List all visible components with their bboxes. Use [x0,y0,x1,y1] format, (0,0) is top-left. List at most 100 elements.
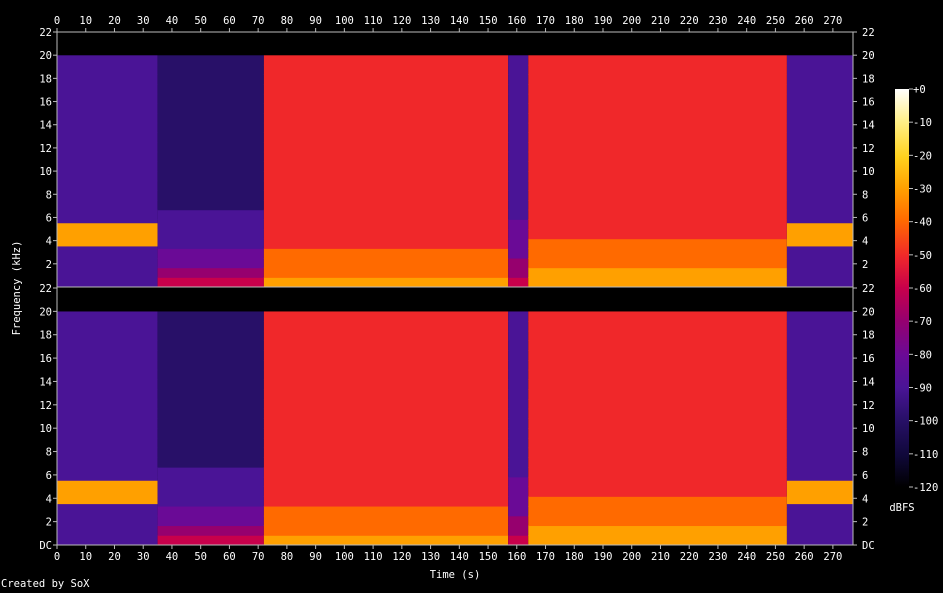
y-tick-label-right: 18 [862,330,875,342]
colorbar-tick-labels: +0 -10 -20 -30 -40 -50 -60 -70 -80 -90 -100 -110 -12… [909,84,938,494]
spectrogram-cell [528,486,787,497]
spectrogram-cell [508,180,529,191]
above-cutoff [57,32,158,56]
spectrogram-cell [528,219,787,230]
spectrogram-cell [508,200,529,211]
y-tick-label-right: 2 [862,259,868,271]
x-tick-label: 30 [137,15,150,27]
x-tick-labels-top: 0 10 20 30 40 50 60 70 80 90 100 110 120 130 140 150 160… [54,15,842,32]
spectrogram-cell [57,113,158,124]
y-tick-label-left: 14 [39,120,52,132]
spectrogram-cell [528,350,787,361]
spectrogram-cell [57,398,158,410]
spectrogram-cell [57,171,158,182]
spectrogram-cell [508,113,529,124]
spectrogram-cell [508,506,529,517]
spectrogram-cell [157,447,264,458]
spectrogram-cell [157,525,264,536]
spectrogram-cell [528,408,787,419]
x-tick-label: 110 [364,15,383,27]
y-tick-label-left: 22 [39,283,52,295]
x-tick-label: 100 [335,551,354,563]
spectrogram-cell [157,113,264,124]
spectrogram-cell [528,321,787,332]
spectrogram-cell [786,84,853,95]
spectrogram-cell [786,142,853,153]
y-tick-label-right: 10 [862,166,875,178]
x-tick-label: 40 [166,551,179,563]
spectrogram-cell [263,379,509,390]
spectrogram-cell [263,389,509,400]
spectrogram-cell [263,418,509,429]
y-tick-label-right: 18 [862,73,875,85]
spectrogram-cell [57,330,158,342]
colorbar-tick-label: -40 [913,217,932,229]
spectrogram-cell [263,190,509,201]
y-tick-label-right: 12 [862,400,875,412]
spectrogram-cell [508,219,529,230]
spectrogram-cell [57,418,158,429]
y-tick-label-left: 6 [46,470,52,482]
x-tick-label: 140 [450,551,469,563]
spectrogram-cell [508,84,529,95]
y-tick-label-right: 20 [862,50,875,62]
spectrogram-cell [528,496,787,507]
spectrogram-cell [508,248,529,259]
spectrogram-cell [786,525,853,536]
spectrogram-cell [263,398,509,410]
spectrogram-cell [786,209,853,220]
spectrogram-cell [786,200,853,211]
spectrogram-cell [157,350,264,361]
spectrogram-cell [157,55,264,66]
above-cutoff [508,32,529,56]
spectrogram-cell [786,180,853,191]
spectrogram-cell [157,258,264,269]
spectrogram-cell [57,389,158,400]
x-tick-label: 210 [651,551,670,563]
spectrogram-cell [508,93,529,104]
spectrogram-cell [528,93,787,104]
y-tick-label-left: 16 [39,353,52,365]
spectrogram-cell [786,379,853,390]
spectrogram-cell [157,398,264,410]
spectrogram-cell [263,321,509,332]
y-tick-label-right: 22 [862,27,875,39]
spectrogram-cell [263,248,509,259]
spectrogram-cell [57,190,158,201]
y-tick-label-left: 18 [39,73,52,85]
spectrogram-cell [263,258,509,269]
x-tick-label: 80 [281,15,294,27]
y-tick-label-left: 8 [46,189,52,201]
y-tick-label-right: 10 [862,423,875,435]
colorbar-tick-label: -90 [913,383,932,395]
spectrogram-cell [786,535,853,546]
spectrogram-cell [157,379,264,390]
above-cutoff [786,32,853,56]
colorbar [895,89,909,487]
spectrogram-cell [263,277,509,288]
spectrogram-cell [263,151,509,162]
spectrogram-cell [263,330,509,342]
colorbar-tick-label: -80 [913,349,932,361]
spectrogram-cell [57,64,158,75]
spectrogram-cell [528,161,787,172]
spectrogram-cell [786,398,853,410]
spectrogram-cell [157,267,264,278]
y-tick-label-right: 6 [862,212,868,224]
above-cutoff [263,288,509,312]
spectrogram-cell [57,340,158,351]
spectrogram-cell [528,229,787,240]
spectrogram-cell [528,171,787,182]
x-tick-label: 70 [252,551,265,563]
colorbar-tick-label: -30 [913,184,932,196]
x-tick-label: 270 [823,15,842,27]
x-tick-label: 150 [479,551,498,563]
spectrogram-cell [508,535,529,546]
y-tick-label-left: DC [39,540,52,552]
spectrogram-cell [528,84,787,95]
spectrogram-cell [57,467,158,478]
spectrogram-cell [263,161,509,172]
x-tick-label: 90 [309,15,322,27]
y-tick-label-left: 20 [39,306,52,318]
colorbar-tick-label: -100 [913,416,938,428]
